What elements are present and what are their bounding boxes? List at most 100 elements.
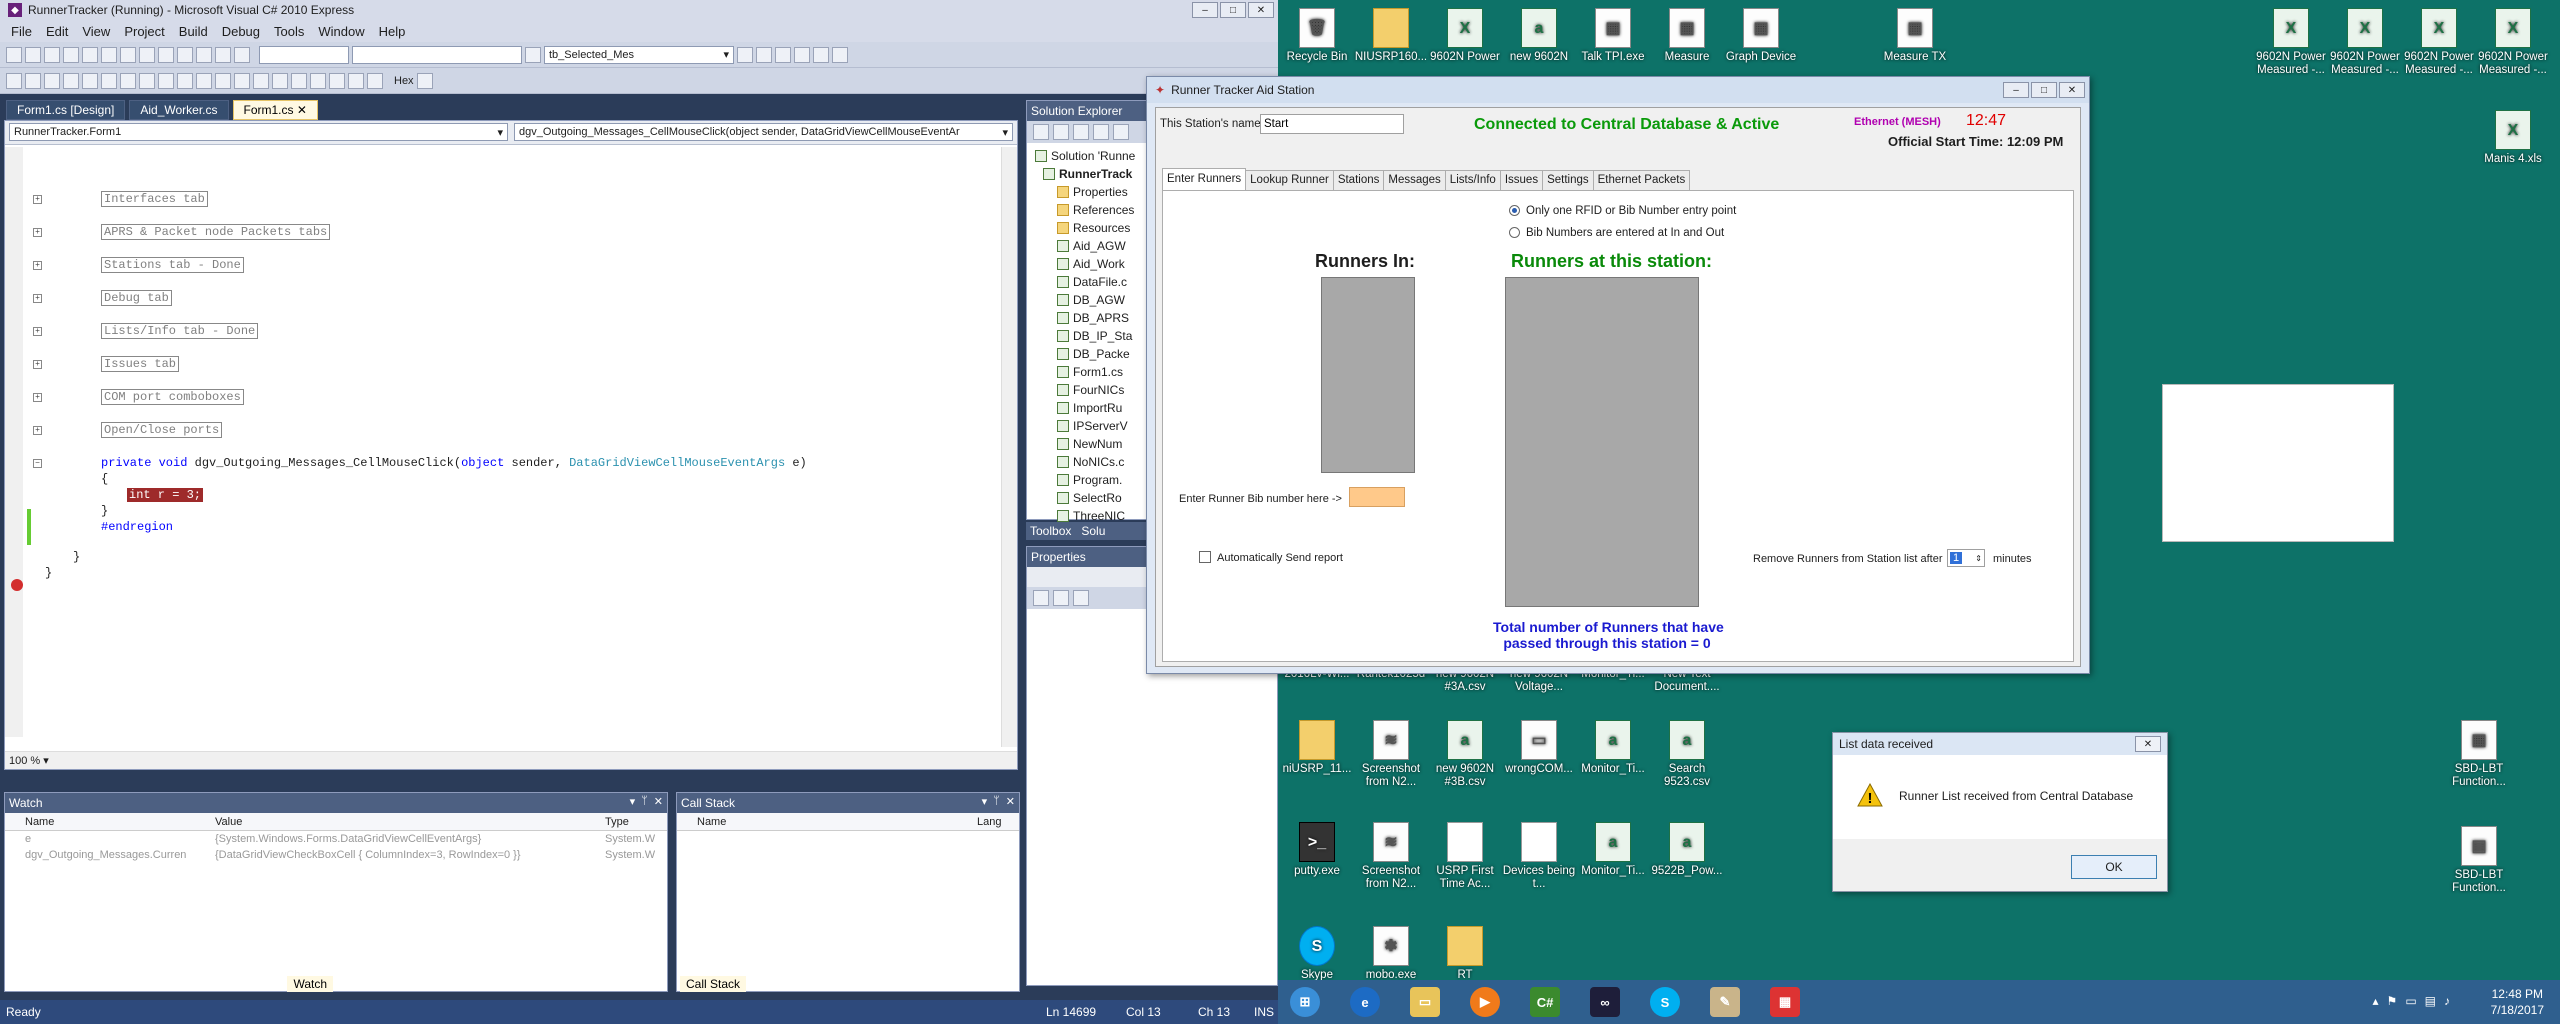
nav-forward-icon[interactable] [215, 46, 231, 63]
device-icon[interactable]: ▭ [2405, 994, 2416, 1008]
find-combo[interactable]: tb_Selected_Mes ▾ [544, 45, 734, 64]
desktop-icon[interactable]: a new 9602N #3B.csv [1428, 720, 1502, 789]
runners-in-list[interactable] [1321, 277, 1415, 473]
align-middle-icon[interactable] [82, 72, 98, 89]
taskbar-explorer[interactable]: ▭ [1398, 982, 1452, 1022]
open-icon[interactable] [44, 46, 60, 63]
categorized-icon[interactable] [1033, 590, 1049, 606]
volume-icon[interactable]: ♪ [2444, 994, 2450, 1008]
collapse-method-icon[interactable]: − [33, 459, 42, 468]
region-issues[interactable]: Issues tab [101, 356, 180, 372]
remove-minutes-spinner[interactable]: 1 ⇕ [1947, 549, 1985, 567]
tree-item[interactable]: DB_APRS [1057, 309, 1129, 327]
save-icon[interactable] [63, 46, 79, 63]
close-button[interactable]: ✕ [1248, 2, 1274, 18]
align-center-icon[interactable] [25, 72, 41, 89]
tab-issues[interactable]: Issues [1499, 170, 1544, 192]
horizontal-scrollbar[interactable]: 100 % ▾ [5, 751, 1017, 769]
tree-item[interactable]: NewNum [1057, 435, 1122, 453]
tree-item[interactable]: DB_AGW [1057, 291, 1125, 309]
desktop-icon[interactable]: ▦ Graph Device [1724, 8, 1798, 64]
expand-region-icon[interactable]: + [33, 294, 42, 303]
same-height-icon[interactable] [139, 72, 155, 89]
tree-item[interactable]: References [1057, 201, 1134, 219]
tab-lookup-runner[interactable]: Lookup Runner [1245, 170, 1334, 192]
code-line[interactable]: { [101, 471, 108, 487]
tab-ethernet-packets[interactable]: Ethernet Packets [1592, 170, 1691, 192]
tree-item[interactable]: DataFile.c [1057, 273, 1127, 291]
desktop-icon[interactable]: ▤ SBD-LBT Function... [2442, 826, 2516, 895]
show-all-files-icon[interactable] [1053, 124, 1069, 140]
tab-solution-explorer[interactable]: Solu [1081, 524, 1105, 538]
taskbar-runner-tracker[interactable]: ▦ [1758, 982, 1812, 1022]
tab-enter-runners[interactable]: Enter Runners [1162, 168, 1247, 192]
tab-locals[interactable]: Locals [241, 977, 276, 991]
paste-icon[interactable] [139, 46, 155, 63]
taskbar-ie[interactable]: e [1338, 982, 1392, 1022]
close-icon[interactable]: ✕ [654, 795, 663, 808]
property-pages-icon[interactable] [1073, 590, 1089, 606]
bib-number-input[interactable] [1349, 487, 1405, 507]
menu-help[interactable]: Help [372, 24, 413, 39]
breakpoint-line[interactable]: int r = 3; [127, 487, 204, 503]
object-browser-icon[interactable] [775, 46, 791, 63]
tab-lists-info[interactable]: Lists/Info [1444, 170, 1501, 192]
close-icon[interactable]: ✕ [1006, 795, 1015, 808]
tab-output[interactable]: Output [71, 977, 107, 991]
desktop-icon[interactable]: niUSRP_11... [1280, 720, 1354, 776]
desktop-icon[interactable]: ▦ SBD-LBT Function... [2442, 720, 2516, 789]
method-signature[interactable]: private void dgv_Outgoing_Messages_CellM… [101, 455, 807, 471]
view-designer-icon[interactable] [1113, 124, 1129, 140]
start-button[interactable]: ⊞ [1278, 982, 1332, 1022]
column-value[interactable]: Value [215, 816, 605, 828]
tree-item[interactable]: Properties [1057, 183, 1128, 201]
tab-stations[interactable]: Stations [1332, 170, 1385, 192]
desktop-icon[interactable]: ≋ Screenshot from N2... [1354, 720, 1428, 789]
tree-item[interactable]: Program. [1057, 471, 1122, 489]
tab-messages[interactable]: Messages [1383, 170, 1446, 192]
column-name[interactable]: Name [5, 816, 215, 828]
save-all-icon[interactable] [82, 46, 98, 63]
properties-icon[interactable] [1033, 124, 1049, 140]
expand-region-icon[interactable]: + [33, 426, 42, 435]
restart-icon[interactable] [291, 72, 307, 89]
desktop-icon[interactable]: >_ putty.exe [1280, 822, 1354, 878]
code-line[interactable]: } [45, 565, 52, 581]
desktop-icon[interactable]: a Monitor_Ti... [1576, 720, 1650, 776]
maximize-button[interactable]: □ [1220, 2, 1246, 18]
menu-file[interactable]: File [4, 24, 39, 39]
break-all-icon[interactable] [253, 72, 269, 89]
align-top-icon[interactable] [63, 72, 79, 89]
tab-error-list[interactable]: Error List [10, 977, 59, 991]
tree-item[interactable]: IPServerV [1057, 417, 1128, 435]
radio-in-out-entry[interactable]: Bib Numbers are entered at In and Out [1509, 227, 1724, 239]
desktop-icon[interactable]: RT [1428, 926, 1502, 982]
zoom-level[interactable]: 100 % [9, 755, 40, 767]
close-button[interactable]: ✕ [2059, 82, 2085, 98]
desktop-icon[interactable]: X Manis 4.xls [2476, 110, 2550, 166]
action-center-icon[interactable]: ⚑ [2387, 994, 2398, 1008]
tree-item[interactable]: ImportRu [1057, 399, 1122, 417]
network-icon[interactable]: ▤ [2425, 994, 2436, 1008]
copy-icon[interactable] [120, 46, 136, 63]
table-row[interactable]: e {System.Windows.Forms.DataGridViewCell… [5, 831, 667, 847]
menu-window[interactable]: Window [311, 24, 371, 39]
refresh-icon[interactable] [1073, 124, 1089, 140]
align-left-icon[interactable] [6, 72, 22, 89]
code-text-area[interactable]: + Interfaces tab + APRS & Packet node Pa… [5, 147, 995, 737]
minimize-button[interactable]: – [1192, 2, 1218, 18]
bring-front-icon[interactable] [196, 72, 212, 89]
column-lang[interactable]: Lang [977, 816, 1017, 828]
nav-back-icon[interactable] [196, 46, 212, 63]
undo-icon[interactable] [158, 46, 174, 63]
station-name-input[interactable] [1260, 114, 1404, 134]
ok-button[interactable]: OK [2071, 855, 2157, 879]
tree-item[interactable]: DB_Packe [1057, 345, 1130, 363]
desktop-icon[interactable]: Devices being t... [1502, 822, 1576, 891]
desktop-icon[interactable]: a Search 9523.csv [1650, 720, 1724, 789]
tree-item[interactable]: DB_IP_Sta [1057, 327, 1132, 345]
show-next-statement-icon[interactable] [310, 72, 326, 89]
tree-project[interactable]: RunnerTrack [1043, 165, 1132, 183]
tree-item[interactable]: Aid_Work [1057, 255, 1125, 273]
extension-icon[interactable] [813, 46, 829, 63]
